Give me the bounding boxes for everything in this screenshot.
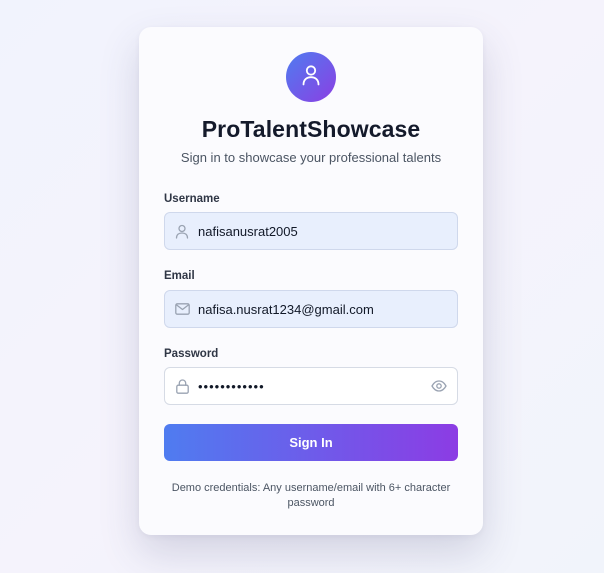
sign-in-button[interactable]: Sign In — [164, 424, 458, 461]
email-input[interactable] — [198, 291, 457, 327]
mail-icon — [174, 301, 190, 317]
login-card: ProTalentShowcase Sign in to showcase yo… — [139, 27, 483, 535]
email-label: Email — [164, 270, 195, 282]
password-input[interactable] — [198, 368, 430, 404]
avatar — [286, 52, 336, 102]
username-input[interactable] — [198, 213, 457, 249]
demo-credentials-note: Demo credentials: Any username/email wit… — [171, 482, 451, 509]
password-field[interactable] — [164, 367, 458, 405]
eye-icon[interactable] — [430, 377, 448, 395]
password-label: Password — [164, 348, 219, 360]
username-label: Username — [164, 193, 220, 205]
user-avatar-icon — [301, 64, 321, 91]
username-field[interactable] — [164, 212, 458, 250]
user-icon — [174, 223, 190, 239]
app-title: ProTalentShowcase — [201, 116, 421, 142]
email-field[interactable] — [164, 290, 458, 328]
lock-icon — [174, 378, 190, 394]
app-subtitle: Sign in to showcase your professional ta… — [180, 150, 442, 165]
